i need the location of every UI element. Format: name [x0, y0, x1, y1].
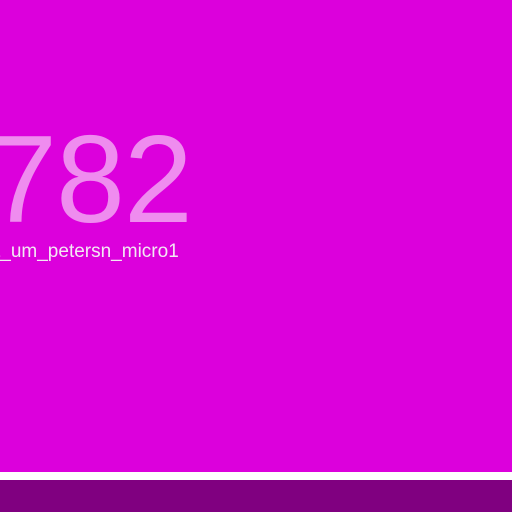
large-number-display: 782 — [0, 111, 193, 249]
bottom-navigation-bar — [0, 480, 512, 512]
bottom-divider — [0, 472, 512, 480]
app-screen: 782 t_um_petersn_micro1 — [0, 0, 512, 512]
item-caption: t_um_petersn_micro1 — [0, 241, 179, 262]
